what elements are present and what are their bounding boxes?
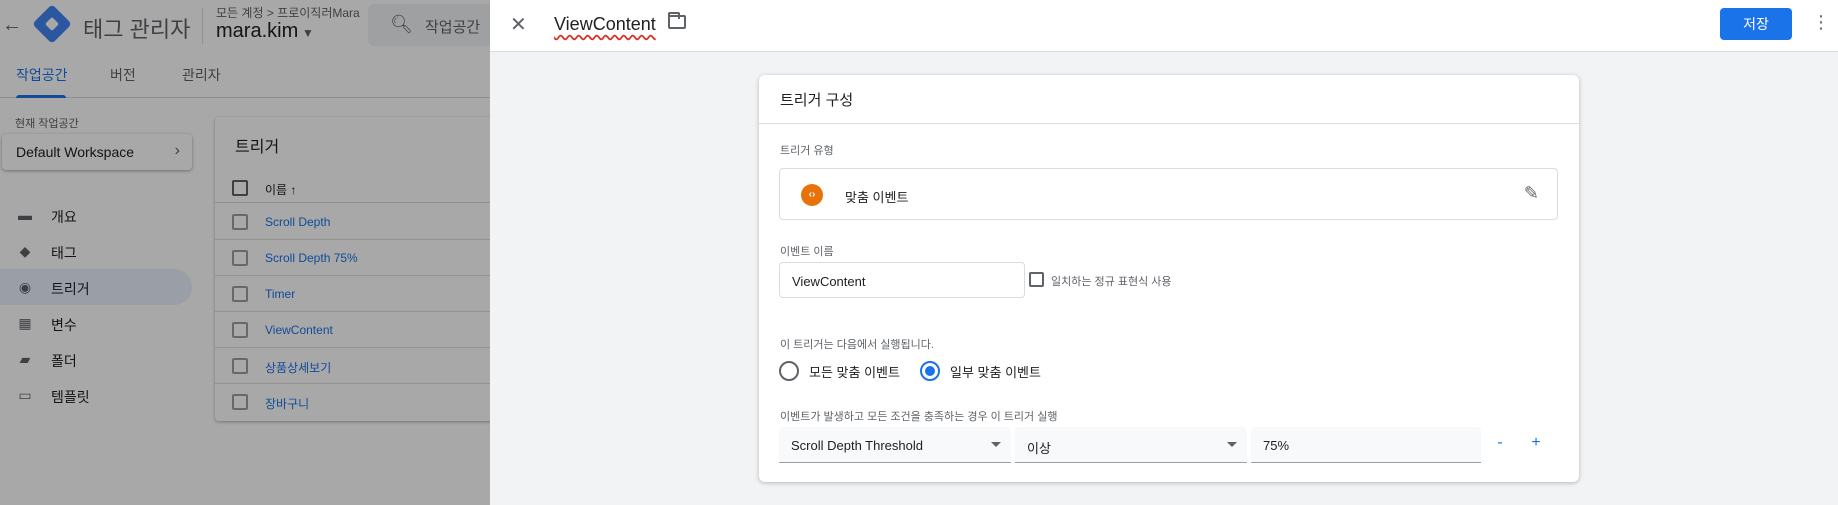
trigger-type-selector[interactable]: ‹› 맞춤 이벤트 ✎ — [779, 168, 1558, 220]
regex-checkbox[interactable] — [1029, 272, 1044, 287]
condition-operator-value: 이상 — [1027, 441, 1051, 456]
panel-header: ✕ ViewContent 저장 ⋮ — [490, 0, 1838, 52]
event-name-input[interactable]: ViewContent — [779, 262, 1025, 298]
custom-event-icon: ‹› — [801, 184, 823, 206]
dropdown-caret-icon — [1227, 442, 1237, 447]
condition-variable-value: Scroll Depth Threshold — [791, 438, 923, 453]
dropdown-caret-icon — [991, 442, 1001, 447]
condition-operator-select[interactable]: 이상 — [1015, 427, 1247, 463]
add-condition-button[interactable]: + — [1526, 434, 1546, 452]
more-vert-icon[interactable]: ⋮ — [1812, 12, 1830, 33]
event-name-value: ViewContent — [792, 274, 866, 289]
save-button[interactable]: 저장 — [1720, 8, 1792, 40]
trigger-configuration-card: 트리거 구성 트리거 유형 ‹› 맞춤 이벤트 ✎ 이벤트 이름 ViewCon… — [759, 75, 1579, 482]
radio-all-custom-events[interactable] — [779, 361, 799, 381]
config-divider — [759, 123, 1579, 124]
regex-checkbox-label[interactable]: 일치하는 정규 표현식 사용 — [1051, 273, 1172, 289]
condition-variable-select[interactable]: Scroll Depth Threshold — [779, 427, 1011, 463]
pencil-icon[interactable]: ✎ — [1524, 183, 1539, 204]
condition-label: 이벤트가 발생하고 모든 조건을 충족하는 경우 이 트리거 실행 — [780, 411, 1058, 423]
trigger-editor-panel: ✕ ViewContent 저장 ⋮ 트리거 구성 트리거 유형 ‹› 맞춤 이… — [490, 0, 1838, 505]
folder-icon[interactable] — [668, 12, 686, 29]
fires-on-label: 이 트리거는 다음에서 실행됩니다. — [780, 339, 934, 351]
event-name-label: 이벤트 이름 — [780, 246, 834, 258]
config-title: 트리거 구성 — [780, 92, 854, 109]
condition-value-input[interactable]: 75% — [1251, 427, 1481, 463]
condition-value: 75% — [1263, 438, 1290, 453]
modal-scrim[interactable] — [0, 0, 490, 505]
trigger-name-title[interactable]: ViewContent — [554, 14, 656, 35]
close-icon[interactable]: ✕ — [510, 12, 527, 37]
trigger-type-label: 트리거 유형 — [780, 145, 834, 157]
radio-some-label[interactable]: 일부 맞춤 이벤트 — [950, 362, 1041, 381]
remove-condition-button[interactable]: - — [1490, 434, 1510, 452]
radio-some-custom-events[interactable] — [920, 361, 940, 381]
trigger-type-name: 맞춤 이벤트 — [845, 190, 909, 205]
radio-all-label[interactable]: 모든 맞춤 이벤트 — [809, 362, 900, 381]
